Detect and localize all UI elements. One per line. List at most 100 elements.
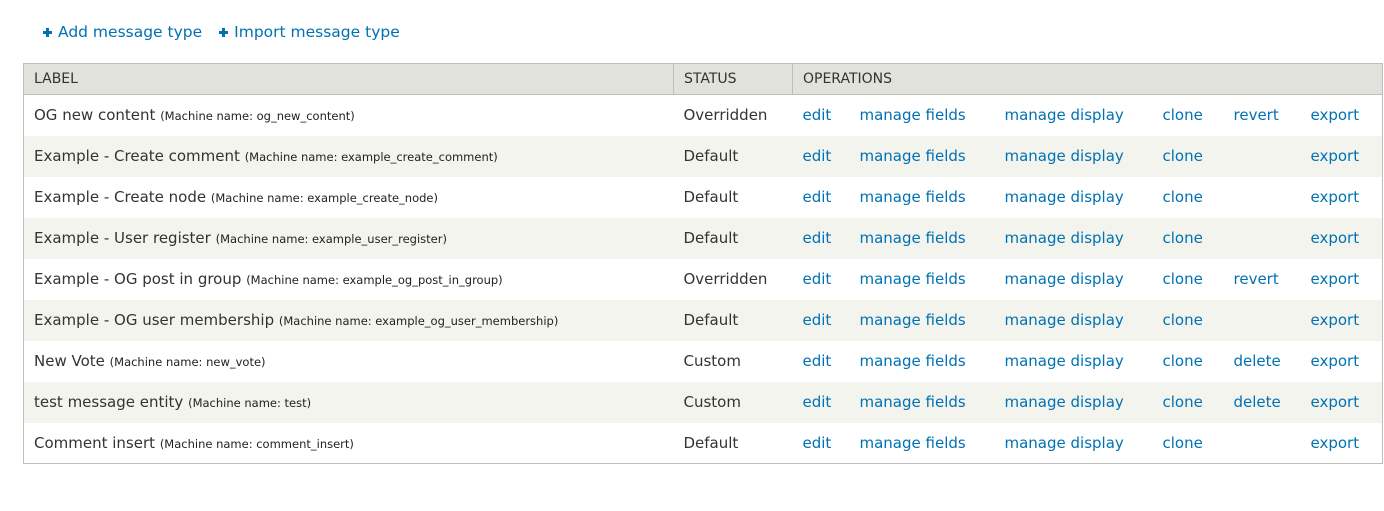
- edit-link[interactable]: edit: [803, 352, 832, 370]
- header-label[interactable]: LABEL: [23, 63, 674, 95]
- row-status: Default: [683, 147, 739, 165]
- manage-display-link[interactable]: manage display: [1005, 188, 1124, 206]
- edit-link[interactable]: edit: [803, 434, 832, 452]
- clone-link[interactable]: clone: [1163, 311, 1203, 329]
- table-row: New Vote (Machine name: new_vote) Custom…: [23, 340, 1383, 382]
- row-label-cell: Example - Create node (Machine name: exa…: [24, 177, 674, 218]
- manage-display-link[interactable]: manage display: [1005, 147, 1124, 165]
- export-link[interactable]: export: [1311, 106, 1360, 124]
- table-row: Example - Create node (Machine name: exa…: [23, 176, 1383, 218]
- message-type-label: Example - Create node: [34, 188, 207, 206]
- row-label-cell: Example - OG post in group (Machine name…: [24, 259, 674, 300]
- row-label-cell: Comment insert (Machine name: comment_in…: [24, 423, 674, 464]
- table-row: Comment insert (Machine name: comment_in…: [23, 422, 1383, 464]
- delete-link[interactable]: delete: [1234, 393, 1281, 411]
- clone-link[interactable]: clone: [1163, 229, 1203, 247]
- edit-link[interactable]: edit: [803, 147, 832, 165]
- export-link[interactable]: export: [1311, 270, 1360, 288]
- table-row: OG new content (Machine name: og_new_con…: [23, 94, 1383, 136]
- export-link[interactable]: export: [1311, 434, 1360, 452]
- clone-link[interactable]: clone: [1163, 188, 1203, 206]
- plus-icon: [43, 27, 52, 37]
- row-label-cell: Example - User register (Machine name: e…: [24, 218, 674, 259]
- machine-name: (Machine name: og_new_content): [160, 109, 355, 124]
- table-row: Example - Create comment (Machine name: …: [23, 135, 1383, 177]
- row-label-cell: Example - OG user membership (Machine na…: [24, 300, 674, 341]
- manage-display-link[interactable]: manage display: [1005, 393, 1124, 411]
- row-label-cell: test message entity (Machine name: test): [24, 382, 674, 423]
- delete-link[interactable]: delete: [1234, 352, 1281, 370]
- row-status: Default: [683, 311, 739, 329]
- manage-display-link[interactable]: manage display: [1005, 434, 1124, 452]
- machine-name: (Machine name: test): [188, 396, 312, 410]
- header-operations: OPERATIONS: [791, 63, 1383, 95]
- table-header-row: LABEL STATUS OPERATIONS: [23, 63, 1383, 95]
- manage-display-link[interactable]: manage display: [1005, 229, 1124, 247]
- clone-link[interactable]: clone: [1163, 352, 1203, 370]
- manage-fields-link[interactable]: manage fields: [860, 188, 966, 206]
- machine-name: (Machine name: example_create_node): [210, 191, 438, 205]
- message-type-label: Example - Create comment: [34, 147, 240, 165]
- row-status: Default: [683, 433, 739, 452]
- export-link[interactable]: export: [1311, 147, 1360, 165]
- message-type-label: test message entity: [34, 393, 184, 411]
- machine-name: (Machine name: example_og_user_membershi…: [278, 314, 559, 328]
- clone-link[interactable]: clone: [1163, 147, 1203, 165]
- row-status: Custom: [683, 352, 741, 370]
- clone-link[interactable]: clone: [1163, 434, 1203, 452]
- add-message-type-label: Add message type: [58, 23, 203, 41]
- manage-display-link[interactable]: manage display: [1005, 270, 1124, 288]
- machine-name: (Machine name: example_og_post_in_group): [246, 273, 503, 287]
- add-message-type-link[interactable]: Add message type: [43, 23, 202, 41]
- revert-link[interactable]: revert: [1234, 270, 1279, 288]
- manage-fields-link[interactable]: manage fields: [860, 352, 966, 370]
- manage-fields-link[interactable]: manage fields: [860, 106, 966, 124]
- row-status: Overridden: [683, 106, 768, 125]
- machine-name: (Machine name: example_create_comment): [244, 150, 498, 164]
- manage-display-link[interactable]: manage display: [1005, 352, 1124, 370]
- message-type-label: Example - OG post in group: [34, 270, 242, 288]
- table-row: Example - OG user membership (Machine na…: [23, 299, 1383, 341]
- edit-link[interactable]: edit: [803, 229, 832, 247]
- export-link[interactable]: export: [1311, 229, 1360, 247]
- export-link[interactable]: export: [1311, 393, 1360, 411]
- manage-fields-link[interactable]: manage fields: [860, 434, 966, 452]
- manage-fields-link[interactable]: manage fields: [860, 147, 966, 165]
- import-message-type-link[interactable]: Import message type: [219, 23, 400, 41]
- row-status: Custom: [683, 393, 741, 411]
- machine-name: (Machine name: comment_insert): [159, 436, 354, 451]
- row-label-cell: New Vote (Machine name: new_vote): [24, 341, 674, 382]
- row-status: Default: [683, 188, 739, 206]
- machine-name: (Machine name: example_user_register): [215, 232, 447, 246]
- edit-link[interactable]: edit: [803, 311, 832, 329]
- row-status: Default: [683, 229, 739, 247]
- manage-display-link[interactable]: manage display: [1005, 311, 1124, 329]
- manage-fields-link[interactable]: manage fields: [860, 393, 966, 411]
- machine-name: (Machine name: new_vote): [109, 355, 266, 369]
- manage-fields-link[interactable]: manage fields: [860, 270, 966, 288]
- edit-link[interactable]: edit: [803, 393, 832, 411]
- clone-link[interactable]: clone: [1163, 270, 1203, 288]
- table-row: Example - OG post in group (Machine name…: [23, 258, 1383, 300]
- export-link[interactable]: export: [1311, 188, 1360, 206]
- manage-display-link[interactable]: manage display: [1005, 106, 1124, 124]
- manage-fields-link[interactable]: manage fields: [860, 229, 966, 247]
- import-message-type-label: Import message type: [234, 23, 400, 41]
- edit-link[interactable]: edit: [803, 188, 832, 206]
- edit-link[interactable]: edit: [803, 106, 832, 124]
- action-links: Add message type Import message type: [43, 21, 417, 43]
- clone-link[interactable]: clone: [1163, 393, 1203, 411]
- header-status[interactable]: STATUS: [673, 63, 793, 95]
- row-label-cell: Example - Create comment (Machine name: …: [24, 136, 674, 177]
- export-link[interactable]: export: [1311, 311, 1360, 329]
- clone-link[interactable]: clone: [1163, 106, 1203, 124]
- edit-link[interactable]: edit: [803, 270, 832, 288]
- message-type-label: OG new content: [34, 106, 156, 125]
- message-type-label: New Vote: [34, 352, 105, 370]
- plus-icon: [219, 27, 229, 37]
- message-type-label: Example - OG user membership: [34, 311, 275, 329]
- manage-fields-link[interactable]: manage fields: [860, 311, 966, 329]
- export-link[interactable]: export: [1311, 352, 1360, 370]
- table-row: Example - User register (Machine name: e…: [23, 217, 1383, 259]
- revert-link[interactable]: revert: [1234, 106, 1279, 124]
